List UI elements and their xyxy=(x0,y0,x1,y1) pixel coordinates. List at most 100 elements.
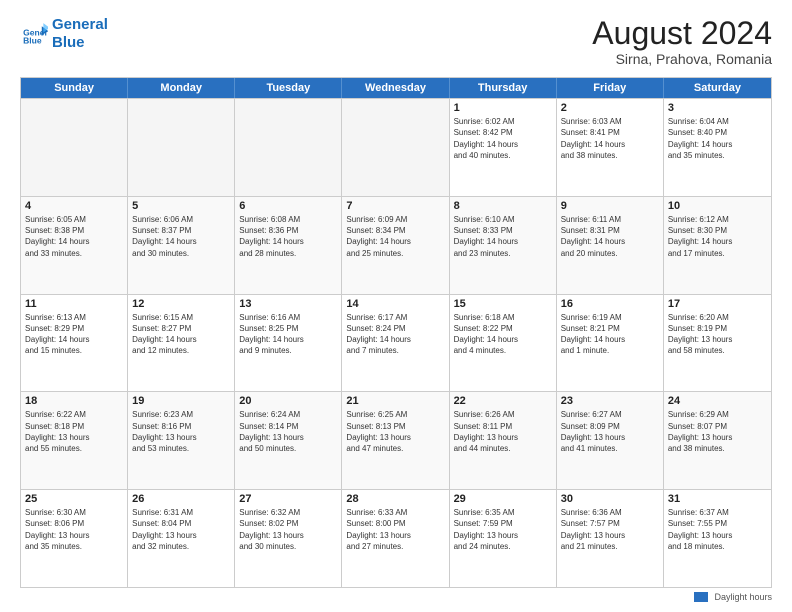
calendar-cell: 11 Sunrise: 6:13 AM Sunset: 8:29 PM Dayli… xyxy=(21,295,128,392)
day-number: 25 xyxy=(25,493,123,505)
calendar-cell: 3Sunrise: 6:04 AM Sunset: 8:40 PM Daylig… xyxy=(664,99,771,196)
calendar-cell: 26 Sunrise: 6:31 AM Sunset: 8:04 PM Dayli… xyxy=(128,490,235,587)
calendar-row: 25Sunrise: 6:30 AM Sunset: 8:06 PM Dayli… xyxy=(21,489,771,587)
day-number: 10 xyxy=(668,200,767,212)
calendar-cell: 21 Sunrise: 6:25 AM Sunset: 8:13 PM Dayli… xyxy=(342,392,449,489)
calendar-cell: 4Sunrise: 6:05 AM Sunset: 8:38 PM Daylig… xyxy=(21,197,128,294)
day-info: Sunrise: 6:20 AM Sunset: 8:19 PM Dayligh… xyxy=(668,312,767,357)
calendar-cell: 29 Sunrise: 6:35 AM Sunset: 7:59 PM Dayli… xyxy=(450,490,557,587)
day-info: Sunrise: 6:02 AM Sunset: 8:42 PM Dayligh… xyxy=(454,116,552,161)
day-number: 2 xyxy=(561,102,659,114)
day-of-week-saturday: Saturday xyxy=(664,78,771,98)
day-info: Sunrise: 6:11 AM Sunset: 8:31 PM Dayligh… xyxy=(561,214,659,259)
day-info: Sunrise: 6:33 AM Sunset: 8:00 PM Dayligh… xyxy=(346,507,444,552)
day-number: 6 xyxy=(239,200,337,212)
calendar-cell: 28 Sunrise: 6:33 AM Sunset: 8:00 PM Dayli… xyxy=(342,490,449,587)
day-info: Sunrise: 6:16 AM Sunset: 8:25 PM Dayligh… xyxy=(239,312,337,357)
day-number: 23 xyxy=(561,395,659,407)
page-title: August 2024 xyxy=(592,16,772,51)
day-of-week-thursday: Thursday xyxy=(450,78,557,98)
day-info: Sunrise: 6:25 AM Sunset: 8:13 PM Dayligh… xyxy=(346,409,444,454)
day-of-week-friday: Friday xyxy=(557,78,664,98)
day-info: Sunrise: 6:10 AM Sunset: 8:33 PM Dayligh… xyxy=(454,214,552,259)
calendar-cell: 6Sunrise: 6:08 AM Sunset: 8:36 PM Daylig… xyxy=(235,197,342,294)
calendar-row: 18 Sunrise: 6:22 AM Sunset: 8:18 PM Dayli… xyxy=(21,391,771,489)
calendar-row: 4Sunrise: 6:05 AM Sunset: 8:38 PM Daylig… xyxy=(21,196,771,294)
day-info: Sunrise: 6:29 AM Sunset: 8:07 PM Dayligh… xyxy=(668,409,767,454)
day-number: 7 xyxy=(346,200,444,212)
day-info: Sunrise: 6:36 AM Sunset: 7:57 PM Dayligh… xyxy=(561,507,659,552)
calendar-cell xyxy=(21,99,128,196)
calendar-cell: 24 Sunrise: 6:29 AM Sunset: 8:07 PM Dayli… xyxy=(664,392,771,489)
day-of-week-monday: Monday xyxy=(128,78,235,98)
day-number: 19 xyxy=(132,395,230,407)
calendar-cell: 9Sunrise: 6:11 AM Sunset: 8:31 PM Daylig… xyxy=(557,197,664,294)
svg-text:Blue: Blue xyxy=(23,35,42,45)
day-number: 29 xyxy=(454,493,552,505)
calendar-cell: 19 Sunrise: 6:23 AM Sunset: 8:16 PM Dayli… xyxy=(128,392,235,489)
calendar-cell: 10 Sunrise: 6:12 AM Sunset: 8:30 PM Dayli… xyxy=(664,197,771,294)
calendar-cell: 17 Sunrise: 6:20 AM Sunset: 8:19 PM Dayli… xyxy=(664,295,771,392)
day-number: 8 xyxy=(454,200,552,212)
calendar: SundayMondayTuesdayWednesdayThursdayFrid… xyxy=(20,77,772,588)
day-info: Sunrise: 6:27 AM Sunset: 8:09 PM Dayligh… xyxy=(561,409,659,454)
calendar-cell: 1 Sunrise: 6:02 AM Sunset: 8:42 PM Daylig… xyxy=(450,99,557,196)
day-number: 27 xyxy=(239,493,337,505)
calendar-cell: 5Sunrise: 6:06 AM Sunset: 8:37 PM Daylig… xyxy=(128,197,235,294)
day-number: 5 xyxy=(132,200,230,212)
calendar-cell: 30 Sunrise: 6:36 AM Sunset: 7:57 PM Dayli… xyxy=(557,490,664,587)
calendar-cell: 20Sunrise: 6:24 AM Sunset: 8:14 PM Dayli… xyxy=(235,392,342,489)
day-number: 24 xyxy=(668,395,767,407)
calendar-cell xyxy=(342,99,449,196)
day-number: 28 xyxy=(346,493,444,505)
calendar-cell: 27 Sunrise: 6:32 AM Sunset: 8:02 PM Dayli… xyxy=(235,490,342,587)
legend-label: Daylight hours xyxy=(714,592,772,602)
calendar-body: 1 Sunrise: 6:02 AM Sunset: 8:42 PM Daylig… xyxy=(21,98,771,587)
calendar-row: 11 Sunrise: 6:13 AM Sunset: 8:29 PM Dayli… xyxy=(21,294,771,392)
calendar-cell: 18 Sunrise: 6:22 AM Sunset: 8:18 PM Dayli… xyxy=(21,392,128,489)
day-info: Sunrise: 6:24 AM Sunset: 8:14 PM Dayligh… xyxy=(239,409,337,454)
calendar-cell xyxy=(128,99,235,196)
day-info: Sunrise: 6:03 AM Sunset: 8:41 PM Dayligh… xyxy=(561,116,659,161)
legend-color-box xyxy=(694,592,708,602)
calendar-cell: 2 Sunrise: 6:03 AM Sunset: 8:41 PM Daylig… xyxy=(557,99,664,196)
calendar-cell: 25Sunrise: 6:30 AM Sunset: 8:06 PM Dayli… xyxy=(21,490,128,587)
day-number: 26 xyxy=(132,493,230,505)
day-info: Sunrise: 6:23 AM Sunset: 8:16 PM Dayligh… xyxy=(132,409,230,454)
day-number: 16 xyxy=(561,298,659,310)
day-number: 11 xyxy=(25,298,123,310)
calendar-cell: 8 Sunrise: 6:10 AM Sunset: 8:33 PM Daylig… xyxy=(450,197,557,294)
day-number: 1 xyxy=(454,102,552,114)
day-info: Sunrise: 6:12 AM Sunset: 8:30 PM Dayligh… xyxy=(668,214,767,259)
day-number: 30 xyxy=(561,493,659,505)
day-info: Sunrise: 6:13 AM Sunset: 8:29 PM Dayligh… xyxy=(25,312,123,357)
calendar-cell: 16Sunrise: 6:19 AM Sunset: 8:21 PM Dayli… xyxy=(557,295,664,392)
day-info: Sunrise: 6:32 AM Sunset: 8:02 PM Dayligh… xyxy=(239,507,337,552)
calendar-cell: 23 Sunrise: 6:27 AM Sunset: 8:09 PM Dayli… xyxy=(557,392,664,489)
logo-general: General xyxy=(52,16,108,34)
day-info: Sunrise: 6:22 AM Sunset: 8:18 PM Dayligh… xyxy=(25,409,123,454)
calendar-cell: 31Sunrise: 6:37 AM Sunset: 7:55 PM Dayli… xyxy=(664,490,771,587)
day-info: Sunrise: 6:35 AM Sunset: 7:59 PM Dayligh… xyxy=(454,507,552,552)
day-number: 17 xyxy=(668,298,767,310)
calendar-cell: 12Sunrise: 6:15 AM Sunset: 8:27 PM Dayli… xyxy=(128,295,235,392)
day-of-week-sunday: Sunday xyxy=(21,78,128,98)
header: General Blue General Blue August 2024 Si… xyxy=(20,16,772,67)
day-of-week-tuesday: Tuesday xyxy=(235,78,342,98)
day-number: 21 xyxy=(346,395,444,407)
day-info: Sunrise: 6:18 AM Sunset: 8:22 PM Dayligh… xyxy=(454,312,552,357)
calendar-row: 1 Sunrise: 6:02 AM Sunset: 8:42 PM Daylig… xyxy=(21,98,771,196)
day-info: Sunrise: 6:31 AM Sunset: 8:04 PM Dayligh… xyxy=(132,507,230,552)
day-info: Sunrise: 6:26 AM Sunset: 8:11 PM Dayligh… xyxy=(454,409,552,454)
footer: Daylight hours xyxy=(20,588,772,602)
calendar-header: SundayMondayTuesdayWednesdayThursdayFrid… xyxy=(21,78,771,98)
day-info: Sunrise: 6:04 AM Sunset: 8:40 PM Dayligh… xyxy=(668,116,767,161)
title-area: August 2024 Sirna, Prahova, Romania xyxy=(592,16,772,67)
page: General Blue General Blue August 2024 Si… xyxy=(0,0,792,612)
day-info: Sunrise: 6:09 AM Sunset: 8:34 PM Dayligh… xyxy=(346,214,444,259)
day-number: 4 xyxy=(25,200,123,212)
day-number: 18 xyxy=(25,395,123,407)
day-info: Sunrise: 6:15 AM Sunset: 8:27 PM Dayligh… xyxy=(132,312,230,357)
logo-icon: General Blue xyxy=(20,20,48,48)
day-number: 31 xyxy=(668,493,767,505)
